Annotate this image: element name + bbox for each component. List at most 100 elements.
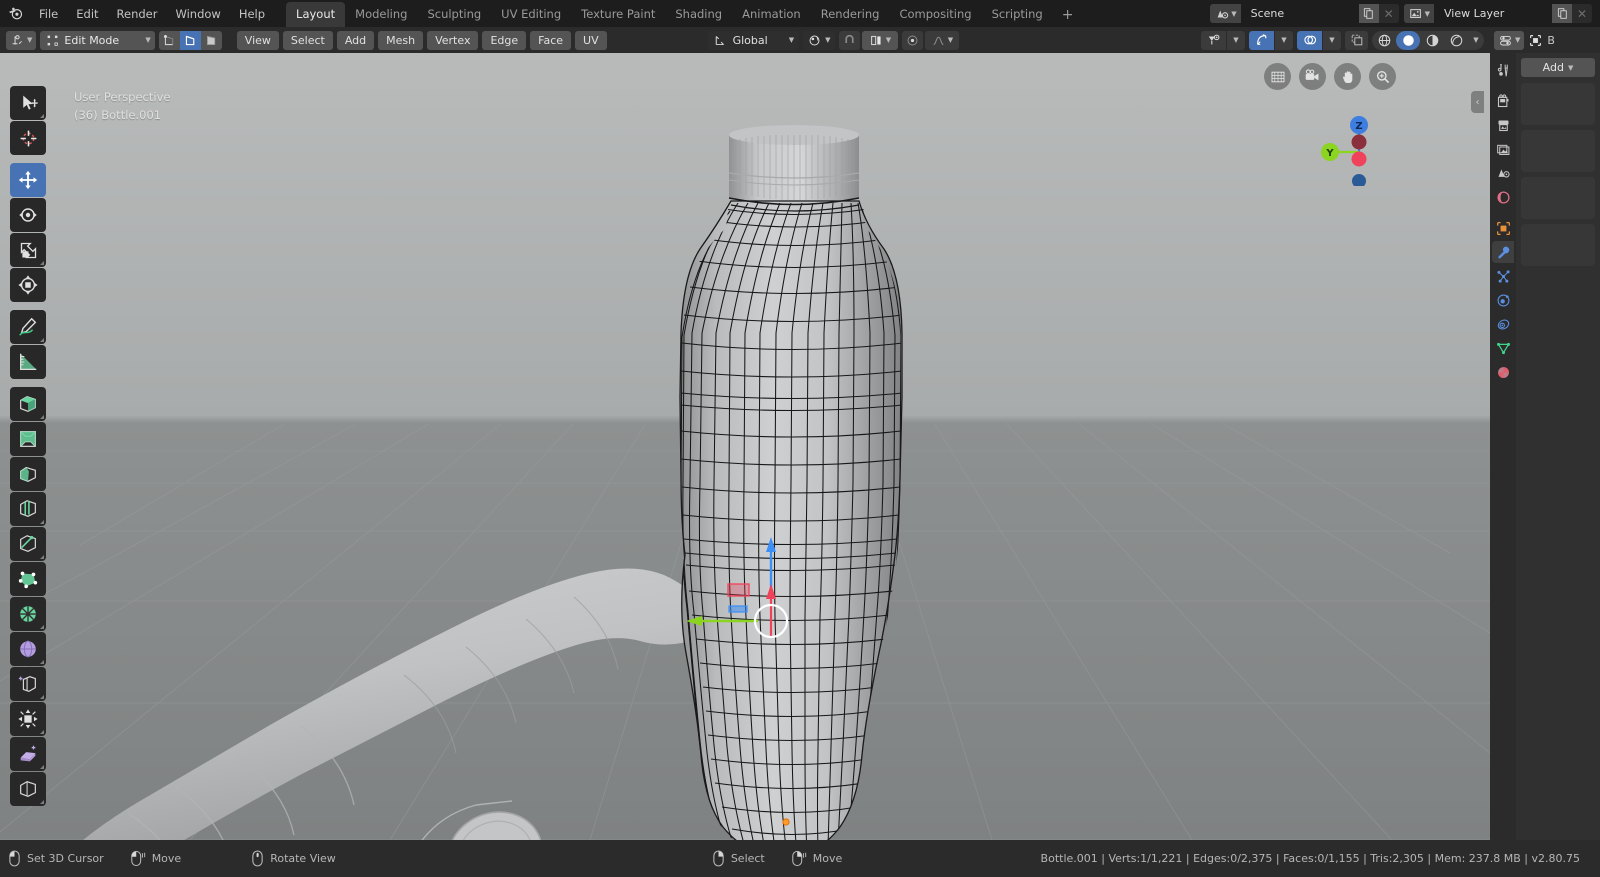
tool-move[interactable]	[10, 163, 46, 197]
zoom-magnifier-icon[interactable]	[1369, 63, 1396, 90]
grid-perspective-icon[interactable]	[1264, 63, 1291, 90]
gizmo-icon[interactable]	[1249, 30, 1274, 50]
editor-type-3dview-icon[interactable]: ▼	[6, 30, 37, 50]
tool-bevel[interactable]	[10, 457, 46, 491]
tool-rip-region[interactable]	[10, 772, 46, 806]
tool-shrink-fatten[interactable]	[10, 702, 46, 736]
tab-object-data[interactable]	[1492, 337, 1514, 359]
workspace-tab-compositing[interactable]: Compositing	[889, 2, 981, 27]
tab-world[interactable]	[1492, 186, 1514, 208]
workspace-tab-layout[interactable]: Layout	[286, 2, 346, 27]
blender-logo-icon[interactable]	[0, 0, 30, 27]
tab-constraints[interactable]	[1492, 313, 1514, 335]
hand-icon[interactable]	[1334, 63, 1361, 90]
snap-magnet-icon[interactable]	[839, 30, 861, 50]
editor-type-properties-icon[interactable]: ▼	[1494, 30, 1525, 50]
tool-transform[interactable]	[10, 268, 46, 302]
tab-particles[interactable]	[1492, 265, 1514, 287]
view-layer-icon[interactable]: ▼	[1403, 4, 1434, 23]
gizmo-dropdown[interactable]: ▼	[1275, 30, 1293, 50]
edge-select-icon[interactable]	[179, 30, 201, 50]
workspace-tab-uv-editing[interactable]: UV Editing	[491, 2, 571, 27]
unlink-view-layer-button[interactable]: ✕	[1572, 4, 1592, 23]
chevron-left-icon[interactable]: ‹	[1471, 91, 1484, 113]
xray-icon[interactable]	[1345, 30, 1368, 50]
face-select-icon[interactable]	[201, 31, 222, 50]
menu-window[interactable]: Window	[166, 4, 229, 24]
workspace-tab-scripting[interactable]: Scripting	[982, 2, 1053, 27]
mode-selector[interactable]: Edit Mode ▼	[40, 30, 155, 50]
tool-measure[interactable]	[10, 345, 46, 379]
menu-file[interactable]: File	[30, 4, 67, 24]
tool-edge-slide[interactable]	[10, 667, 46, 701]
tab-view-layer[interactable]	[1492, 138, 1514, 160]
menu-edit[interactable]: Edit	[67, 4, 107, 24]
modifier-slot[interactable]	[1521, 83, 1595, 125]
vertex-select-icon[interactable]	[159, 31, 180, 50]
tool-shear[interactable]	[10, 737, 46, 771]
tool-rotate[interactable]	[10, 198, 46, 232]
visibility-filter-dropdown[interactable]: ▼	[1227, 30, 1245, 50]
tab-physics[interactable]	[1492, 289, 1514, 311]
tool-loop-cut[interactable]	[10, 492, 46, 526]
view-layer-name[interactable]: View Layer	[1434, 4, 1552, 23]
workspace-tab-sculpting[interactable]: Sculpting	[417, 2, 491, 27]
viewport-canvas[interactable]: User Perspective (36) Bottle.001 Z Y ‹	[0, 53, 1490, 840]
tool-tweak-select[interactable]	[10, 86, 46, 120]
menu-render[interactable]: Render	[108, 4, 167, 24]
new-view-layer-button[interactable]	[1552, 4, 1572, 23]
wireframe-sphere-icon[interactable]	[1372, 31, 1396, 50]
tool-knife[interactable]	[10, 527, 46, 561]
proportional-falloff-selector[interactable]: ▼	[925, 30, 960, 50]
viewport-menu-view[interactable]: View	[236, 30, 279, 50]
tool-spin[interactable]	[10, 597, 46, 631]
solid-sphere-icon[interactable]	[1396, 30, 1420, 50]
modifier-slot[interactable]	[1521, 130, 1595, 172]
workspace-tab-shading[interactable]: Shading	[665, 2, 732, 27]
viewport-menu-select[interactable]: Select	[282, 30, 333, 50]
tab-render[interactable]	[1492, 90, 1514, 112]
workspace-tab-rendering[interactable]: Rendering	[811, 2, 890, 27]
tool-extrude-region[interactable]	[10, 387, 46, 421]
viewport-menu-mesh[interactable]: Mesh	[378, 30, 424, 50]
scene-selector[interactable]: ▼ Scene ✕	[1210, 4, 1399, 23]
modifier-slot[interactable]	[1521, 224, 1595, 266]
tab-modifier[interactable]	[1492, 241, 1514, 263]
tab-scene[interactable]	[1492, 162, 1514, 184]
tool-inset-faces[interactable]	[10, 422, 46, 456]
visibility-filter-icon[interactable]	[1201, 30, 1226, 50]
add-modifier-button[interactable]: Add ▼	[1521, 58, 1595, 77]
tab-output[interactable]	[1492, 114, 1514, 136]
tool-poly-build[interactable]	[10, 562, 46, 596]
unlink-scene-button[interactable]: ✕	[1378, 4, 1399, 23]
viewport-menu-add[interactable]: Add	[336, 30, 375, 50]
viewport-menu-vertex[interactable]: Vertex	[427, 30, 479, 50]
transform-orientation-selector[interactable]: Global ▼	[707, 30, 800, 50]
add-workspace-button[interactable]: +	[1053, 5, 1083, 27]
new-scene-button[interactable]	[1358, 4, 1379, 23]
scene-name[interactable]: Scene	[1240, 4, 1359, 23]
pivot-point-selector[interactable]: ▼	[803, 30, 836, 50]
viewport-menu-face[interactable]: Face	[530, 30, 572, 50]
viewport-menu-edge[interactable]: Edge	[482, 30, 527, 50]
snap-target-selector[interactable]: ▼	[862, 30, 899, 50]
workspace-tab-animation[interactable]: Animation	[732, 2, 811, 27]
material-sphere-icon[interactable]	[1420, 31, 1444, 50]
tool-annotate[interactable]	[10, 310, 46, 344]
viewport-menu-uv[interactable]: UV	[575, 30, 607, 50]
workspace-tab-modeling[interactable]: Modeling	[345, 2, 417, 27]
modifier-slot[interactable]	[1521, 177, 1595, 219]
view-layer-selector[interactable]: ▼ View Layer ✕	[1403, 4, 1592, 23]
shading-dropdown[interactable]: ▼	[1468, 31, 1484, 50]
camera-icon[interactable]	[1299, 63, 1326, 90]
workspace-tab-texture-paint[interactable]: Texture Paint	[571, 2, 665, 27]
tab-material[interactable]	[1492, 361, 1514, 383]
overlays-icon[interactable]	[1297, 30, 1322, 50]
overlays-dropdown[interactable]: ▼	[1323, 30, 1341, 50]
tab-tool[interactable]	[1492, 59, 1514, 81]
tab-object[interactable]	[1492, 217, 1514, 239]
rendered-sphere-icon[interactable]	[1444, 31, 1468, 50]
tool-cursor[interactable]	[10, 121, 46, 155]
tool-smooth[interactable]	[10, 632, 46, 666]
scene-icon[interactable]: ▼	[1210, 4, 1241, 23]
